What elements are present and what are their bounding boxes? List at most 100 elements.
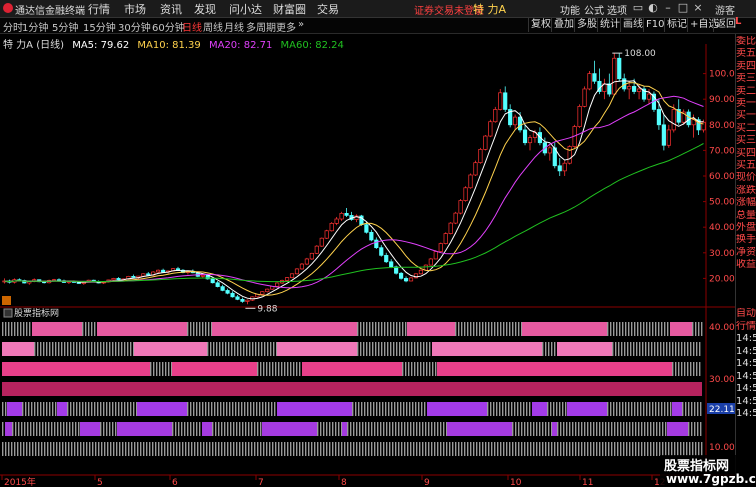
overlay-button[interactable]: 叠加: [551, 18, 576, 32]
indicator-tick: [230, 442, 232, 456]
multi-stock-button[interactable]: 多股: [574, 18, 599, 32]
adjust-button[interactable]: 复权: [528, 18, 553, 32]
tab-1min[interactable]: 1分钟: [22, 19, 48, 34]
indicator-tick: [247, 402, 249, 416]
indicator-tick: [347, 442, 349, 456]
stats-button[interactable]: 统计: [597, 18, 622, 32]
indicator-band-block: [57, 402, 67, 416]
indicator-tick: [563, 422, 565, 436]
indicator-tick: [412, 402, 414, 416]
indicator-tick: [109, 402, 111, 416]
indicator-tick: [530, 442, 532, 456]
skin-icon[interactable]: ◐: [646, 0, 660, 16]
indicator-tick: [97, 342, 99, 356]
indicator-tick: [278, 442, 280, 456]
menu-wealth[interactable]: 财富圈: [273, 1, 306, 17]
indicator-band-block: [134, 342, 207, 356]
indicator-band-block: [2, 342, 34, 356]
candle-body: [399, 272, 404, 279]
indicator-tick: [661, 322, 663, 336]
indicator-tick: [146, 442, 148, 456]
indicator-tick: [218, 442, 220, 456]
indicator-tick: [211, 402, 213, 416]
candle-body: [468, 174, 473, 189]
more-chevron-icon[interactable]: »: [298, 19, 304, 30]
tab-more[interactable]: 更多: [276, 19, 296, 34]
indicator-title: 股票指标网: [14, 307, 59, 319]
menu-assistant[interactable]: 问小达: [229, 1, 262, 17]
tab-30min[interactable]: 30分钟: [118, 19, 151, 34]
f10-button[interactable]: F10: [643, 18, 666, 32]
indicator-band-block: [202, 422, 212, 436]
tab-intraday[interactable]: 分时: [3, 19, 23, 34]
indicator-tick: [470, 322, 472, 336]
indicator-tick: [587, 422, 589, 436]
indicator-tick: [37, 342, 39, 356]
indicator-band-block: [432, 342, 542, 356]
indicator-tick: [658, 322, 660, 336]
minimize-icon[interactable]: –: [661, 0, 675, 16]
indicator-tick: [563, 442, 565, 456]
indicator-tick: [506, 442, 508, 456]
indicator-tick: [365, 422, 367, 436]
menu-market[interactable]: 市场: [124, 1, 146, 17]
indicator-tick: [218, 422, 220, 436]
mark-button[interactable]: 标记: [664, 18, 689, 32]
price-chart[interactable]: 100.0 90.00 80.00 70.00 60.00 50.00 40.00 30.00…: [0, 34, 735, 487]
indicator-tick: [566, 422, 568, 436]
menu-discover[interactable]: 发现: [194, 1, 216, 17]
indicator-tick: [64, 342, 66, 356]
guest-label[interactable]: 游客: [715, 2, 735, 17]
chart-area[interactable]: 特 力A (日线) MA5: 79.62 MA10: 81.39 MA20: 8…: [0, 34, 735, 487]
indicator-tick: [106, 422, 108, 436]
indicator-tick: [410, 442, 412, 456]
indicator-tick: [41, 442, 43, 456]
indicator-tick: [636, 342, 638, 356]
indicator-tick: [476, 322, 478, 336]
indicator-tick: [25, 402, 27, 416]
close-icon[interactable]: ×: [691, 0, 705, 16]
menu-functions[interactable]: 功能: [560, 2, 580, 17]
indicator-tick: [422, 422, 424, 436]
indicator-tick: [284, 362, 286, 376]
tab-daily[interactable]: 日线: [182, 19, 202, 34]
tab-weekly[interactable]: 周线: [203, 19, 223, 34]
indicator-tick: [317, 422, 319, 436]
menu-quotes[interactable]: 行情: [88, 1, 110, 17]
indicator-tick: [426, 362, 428, 376]
menu-news[interactable]: 资讯: [160, 1, 182, 17]
tab-5min[interactable]: 5分钟: [52, 19, 78, 34]
indicator-tick: [369, 342, 371, 356]
indicator-tick: [559, 402, 561, 416]
indicator-tick: [655, 322, 657, 336]
indicator-tick: [305, 442, 307, 456]
candle-body: [210, 278, 215, 284]
quote-panel[interactable]: 委比 卖五 卖四 卖三 卖二 卖一 买一 买二 买三 买四 买五 现价 涨跌 涨幅 总量 外盘 换手 净资 收益 自动…: [735, 34, 756, 474]
indicator-tick: [610, 402, 612, 416]
indicator-tick: [656, 422, 658, 436]
candle-body: [389, 261, 394, 268]
tab-monthly[interactable]: 月线: [224, 19, 244, 34]
indicator-tick: [500, 442, 502, 456]
indicator-tick: [494, 322, 496, 336]
draw-button[interactable]: 画线: [620, 18, 645, 32]
tab-15min[interactable]: 15分钟: [83, 19, 116, 34]
menu-options[interactable]: 选项: [607, 2, 627, 17]
indicator-tick: [38, 442, 40, 456]
menu-trade[interactable]: 交易: [317, 1, 339, 17]
menu-icon[interactable]: ▭: [631, 0, 645, 16]
indicator-tick: [485, 322, 487, 336]
period-toolbar: 分时 1分钟 5分钟 15分钟 30分钟 60分钟 日线 周线 月线 多周期 更…: [0, 18, 756, 34]
tab-60min[interactable]: 60分钟: [152, 19, 185, 34]
x-tick-label: 8: [341, 478, 347, 487]
menu-formula[interactable]: 公式: [584, 2, 604, 17]
indicator-tick: [664, 322, 666, 336]
indicator-tick: [257, 442, 259, 456]
maximize-icon[interactable]: □: [676, 0, 690, 16]
tab-multi-period[interactable]: 多周期: [246, 19, 276, 34]
indicator-tick: [212, 422, 214, 436]
indicator-tick: [375, 322, 377, 336]
indicator-tick: [461, 442, 463, 456]
indicator-tick: [635, 442, 637, 456]
indicator-tick: [17, 442, 19, 456]
